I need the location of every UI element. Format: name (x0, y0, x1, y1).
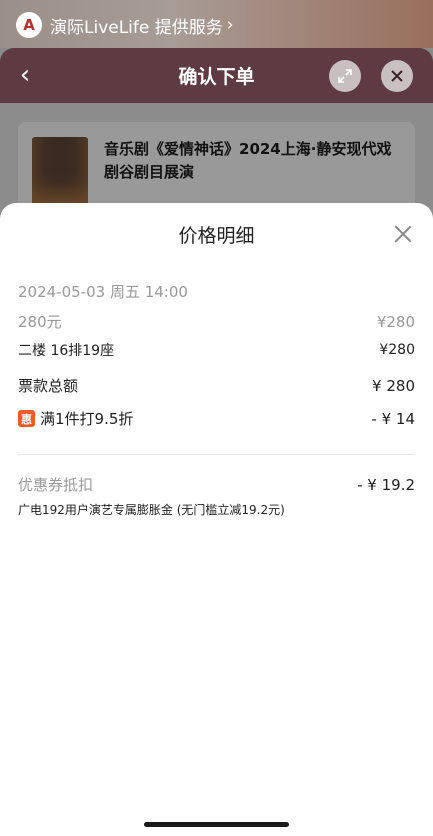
expand-button[interactable] (329, 60, 361, 92)
price-detail-sheet: 价格明细 2024-05-03 周五 14:00 280元 ¥280 二楼 16… (0, 203, 433, 836)
sheet-title: 价格明细 (178, 225, 255, 247)
seat-label: 二楼 16排19座 (18, 343, 115, 359)
expand-icon (338, 69, 352, 83)
price-tier-row: 280元 ¥280 (18, 311, 415, 332)
chevron-right-icon: › (226, 15, 234, 35)
show-poster (32, 137, 88, 213)
discount-value: - ¥ 14 (371, 409, 415, 428)
ticket-total-label: 票款总额 (18, 377, 79, 395)
ticket-total-row: 票款总额 ¥ 280 (18, 375, 415, 396)
provider-banner[interactable]: A 演际LiveLife 提供服务 › (16, 10, 234, 40)
coupon-desc-row: 广电192用户演艺专属膨胀金 (无门槛立减19.2元) (18, 501, 415, 518)
page-title: 确认下单 (178, 66, 255, 88)
discount-label: 满1件打9.5折 (40, 410, 134, 428)
coupon-value: - ¥ 19.2 (357, 475, 415, 494)
price-tier-value: ¥280 (376, 312, 415, 331)
coupon-description: 广电192用户演艺专属膨胀金 (无门槛立减19.2元) (18, 503, 285, 517)
price-tier-label: 280元 (18, 313, 62, 331)
performance-datetime: 2024-05-03 周五 14:00 (18, 283, 188, 301)
seat-row: 二楼 16排19座 ¥280 (18, 340, 415, 360)
discount-label-group: 惠 满1件打9.5折 (18, 408, 133, 429)
close-icon (391, 70, 403, 82)
provider-text: 演际LiveLife 提供服务 (50, 17, 223, 38)
discount-badge-icon: 惠 (18, 410, 35, 427)
seat-value: ¥280 (379, 342, 415, 358)
ticket-total-value: ¥ 280 (372, 376, 415, 395)
sheet-close-button[interactable] (388, 219, 418, 249)
navbar: ‹ 确认下单 (0, 48, 433, 103)
datetime-row: 2024-05-03 周五 14:00 (18, 281, 415, 302)
discount-row: 惠 满1件打9.5折 - ¥ 14 (18, 408, 415, 429)
divider (18, 454, 415, 455)
coupon-label: 优惠券抵扣 (18, 476, 94, 494)
close-button[interactable] (381, 60, 413, 92)
show-title: 音乐剧《爱情神话》2024上海·静安现代戏剧谷剧目展演 (104, 140, 392, 181)
livelife-logo-icon: A (16, 12, 42, 38)
coupon-row: 优惠券抵扣 - ¥ 19.2 (18, 474, 415, 495)
home-indicator[interactable] (144, 822, 289, 827)
